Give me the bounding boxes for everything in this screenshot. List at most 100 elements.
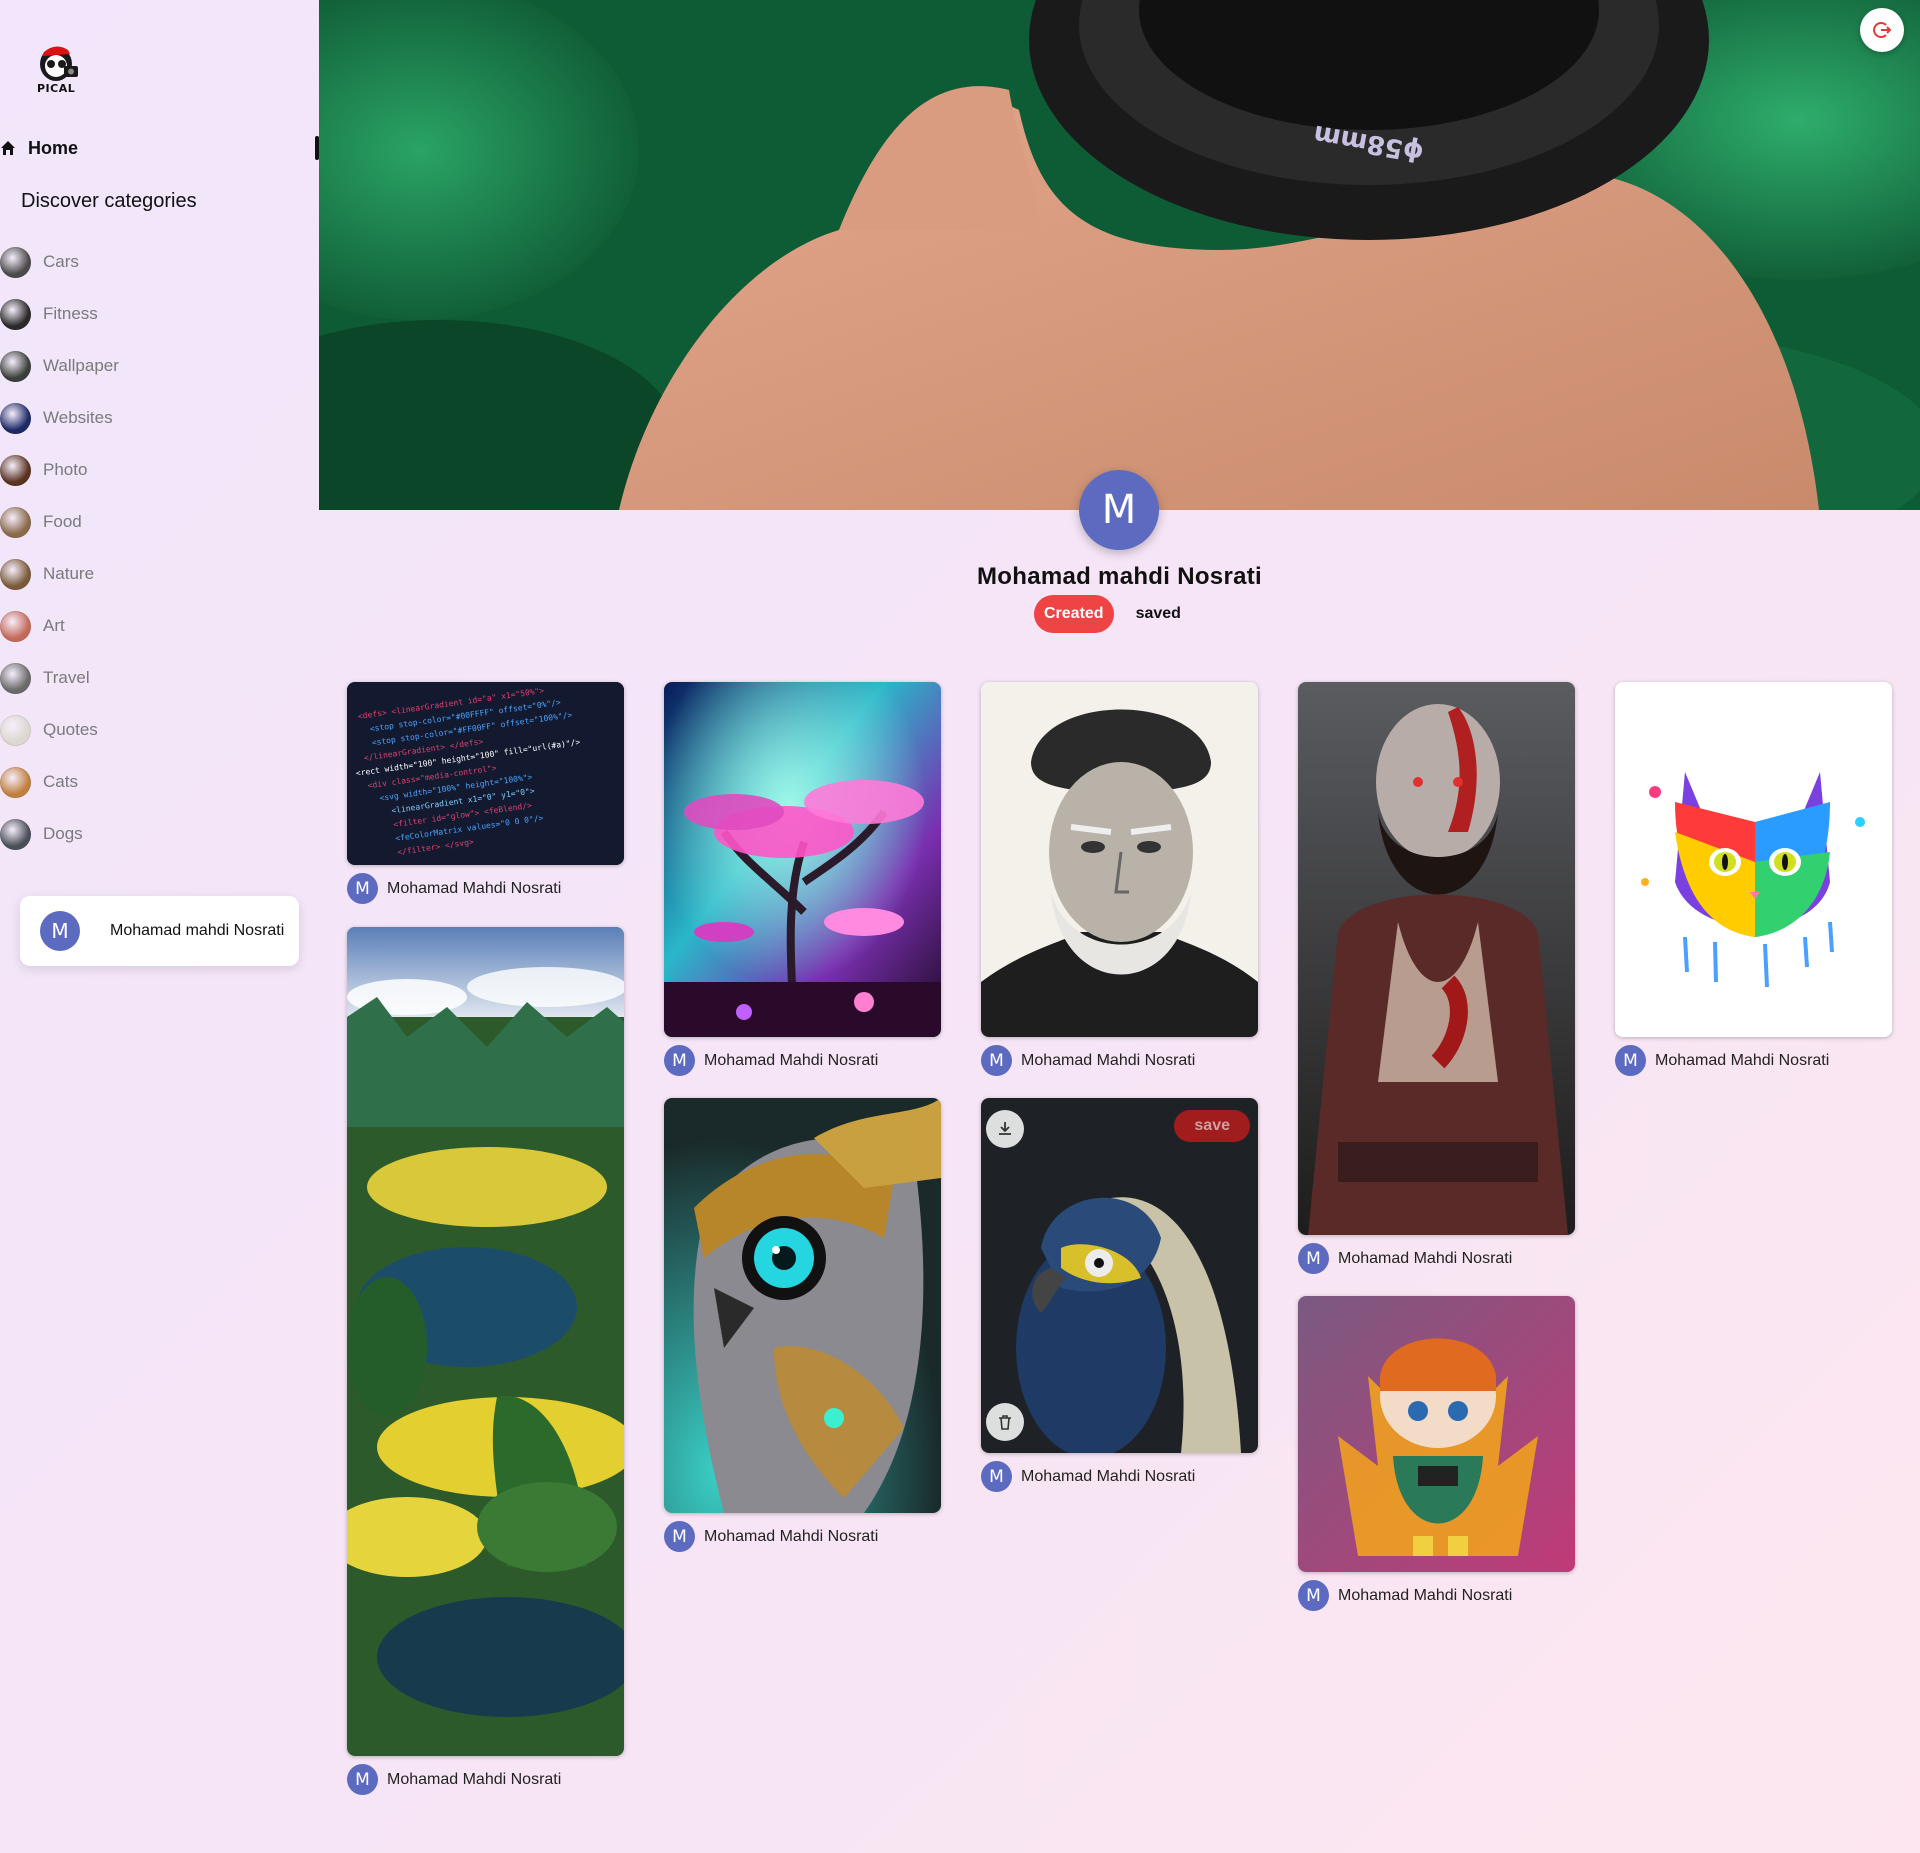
pin-author[interactable]: M Mohamad Mahdi Nosrati — [1615, 1045, 1892, 1076]
category-item-quotes[interactable]: Quotes — [0, 704, 319, 756]
category-thumb — [0, 298, 31, 330]
pin-author-name: Mohamad Mahdi Nosrati — [387, 1770, 562, 1788]
pin-image[interactable]: save — [981, 1098, 1258, 1453]
category-thumb — [0, 454, 31, 486]
download-button[interactable] — [986, 1110, 1024, 1148]
pin-image[interactable] — [1615, 682, 1892, 1037]
user-name: Mohamad mahdi Nosrati — [110, 922, 285, 939]
category-thumb — [0, 818, 31, 850]
pin-author-name: Mohamad Mahdi Nosrati — [704, 1527, 879, 1545]
save-button[interactable]: save — [1174, 1110, 1250, 1142]
pin-image-landscape — [347, 927, 624, 1756]
pin-image-old-man — [981, 682, 1258, 1037]
category-label: Art — [43, 616, 65, 635]
trash-icon — [999, 1415, 1011, 1430]
pin-author[interactable]: M Mohamad Mahdi Nosrati — [1298, 1580, 1575, 1611]
category-item-nature[interactable]: Nature — [0, 548, 319, 600]
profile-avatar: M — [1079, 470, 1159, 550]
pin-image[interactable] — [347, 927, 624, 1756]
pin-image[interactable] — [981, 682, 1258, 1037]
pin-author[interactable]: M Mohamad Mahdi Nosrati — [347, 1764, 624, 1795]
delete-button[interactable] — [986, 1403, 1024, 1441]
category-thumb — [0, 402, 31, 434]
pin-author-name: Mohamad Mahdi Nosrati — [1338, 1586, 1513, 1604]
pin-card[interactable]: <defs> <linearGradient id="a" x1="50%"> … — [347, 682, 624, 904]
category-list: Cars Fitness Wallpaper Websites Photo Fo… — [0, 236, 319, 860]
pin-card[interactable]: M Mohamad Mahdi Nosrati — [1298, 682, 1575, 1274]
pin-author[interactable]: M Mohamad Mahdi Nosrati — [664, 1045, 941, 1076]
category-item-cats[interactable]: Cats — [0, 756, 319, 808]
category-thumb — [0, 662, 31, 694]
logo-text: PICAL — [37, 82, 76, 95]
category-item-art[interactable]: Art — [0, 600, 319, 652]
pin-card[interactable]: save M Mohamad Mahdi Nosrati — [981, 1098, 1258, 1492]
pin-author[interactable]: M Mohamad Mahdi Nosrati — [981, 1461, 1258, 1492]
logout-icon — [1873, 22, 1892, 38]
avatar: M — [981, 1461, 1012, 1492]
avatar: M — [981, 1045, 1012, 1076]
avatar: M — [1298, 1580, 1329, 1611]
category-label: Fitness — [43, 304, 98, 323]
pin-author-name: Mohamad Mahdi Nosrati — [704, 1051, 879, 1069]
pin-author-name: Mohamad Mahdi Nosrati — [1655, 1051, 1830, 1069]
logo-mascot-icon — [40, 46, 78, 81]
pin-author[interactable]: M Mohamad Mahdi Nosrati — [981, 1045, 1258, 1076]
download-icon — [999, 1122, 1011, 1135]
pin-image-mushroom-tree — [664, 682, 941, 1037]
pin-image-code: <defs> <linearGradient id="a" x1="50%"> … — [347, 682, 624, 865]
category-thumb — [0, 246, 31, 278]
category-item-food[interactable]: Food — [0, 496, 319, 548]
category-item-wallpaper[interactable]: Wallpaper — [0, 340, 319, 392]
logout-button[interactable] — [1860, 8, 1904, 52]
home-icon — [1, 141, 15, 155]
tab-created[interactable]: Created — [1034, 595, 1114, 633]
pin-author-name: Mohamad Mahdi Nosrati — [1338, 1249, 1513, 1267]
pin-image[interactable] — [1298, 1296, 1575, 1572]
category-item-travel[interactable]: Travel — [0, 652, 319, 704]
pin-image[interactable] — [1298, 682, 1575, 1235]
category-item-cars[interactable]: Cars — [0, 236, 319, 288]
category-item-fitness[interactable]: Fitness — [0, 288, 319, 340]
pin-image-cat-hoodie — [1298, 1296, 1575, 1572]
category-label: Food — [43, 512, 82, 531]
pin-image-rainbow-cat — [1615, 682, 1892, 1037]
user-profile-card[interactable]: M Mohamad mahdi Nosrati — [20, 896, 299, 966]
sidebar: PICAL Home Discover categories Cars Fitn… — [0, 0, 319, 1853]
category-thumb — [0, 350, 31, 382]
avatar: M — [347, 1764, 378, 1795]
category-item-websites[interactable]: Websites — [0, 392, 319, 444]
pin-card[interactable]: M Mohamad Mahdi Nosrati — [981, 682, 1258, 1076]
pin-author-name: Mohamad Mahdi Nosrati — [387, 879, 562, 897]
category-thumb — [0, 610, 31, 642]
pin-author[interactable]: M Mohamad Mahdi Nosrati — [347, 873, 624, 904]
category-thumb — [0, 714, 31, 746]
pin-card[interactable]: M Mohamad Mahdi Nosrati — [1298, 1296, 1575, 1611]
avatar: M — [40, 911, 80, 951]
pin-author[interactable]: M Mohamad Mahdi Nosrati — [1298, 1243, 1575, 1274]
pin-image-owl — [664, 1098, 941, 1513]
pin-image-warrior — [1298, 682, 1575, 1235]
category-label: Nature — [43, 564, 95, 583]
tab-saved[interactable]: saved — [1126, 595, 1191, 633]
category-label: Quotes — [43, 720, 98, 739]
pin-card[interactable]: M Mohamad Mahdi Nosrati — [1615, 682, 1892, 1076]
pin-image[interactable] — [664, 682, 941, 1037]
category-label: Photo — [43, 460, 88, 479]
category-thumb — [0, 558, 31, 590]
pin-card[interactable]: M Mohamad Mahdi Nosrati — [664, 682, 941, 1076]
category-item-dogs[interactable]: Dogs — [0, 808, 319, 860]
category-item-photo[interactable]: Photo — [0, 444, 319, 496]
cover-photo: ɸ58mm — [319, 0, 1920, 510]
categories-heading: Discover categories — [21, 190, 197, 212]
pin-author[interactable]: M Mohamad Mahdi Nosrati — [664, 1521, 941, 1552]
category-label: Travel — [43, 668, 90, 687]
pin-image[interactable]: <defs> <linearGradient id="a" x1="50%"> … — [347, 682, 624, 865]
pin-author-name: Mohamad Mahdi Nosrati — [1021, 1467, 1196, 1485]
pin-card[interactable]: M Mohamad Mahdi Nosrati — [347, 927, 624, 1795]
avatar: M — [347, 873, 378, 904]
app-logo[interactable]: PICAL — [34, 42, 86, 100]
nav-home[interactable]: Home — [0, 136, 319, 160]
pin-image[interactable] — [664, 1098, 941, 1513]
category-thumb — [0, 506, 31, 538]
pin-card[interactable]: M Mohamad Mahdi Nosrati — [664, 1098, 941, 1552]
